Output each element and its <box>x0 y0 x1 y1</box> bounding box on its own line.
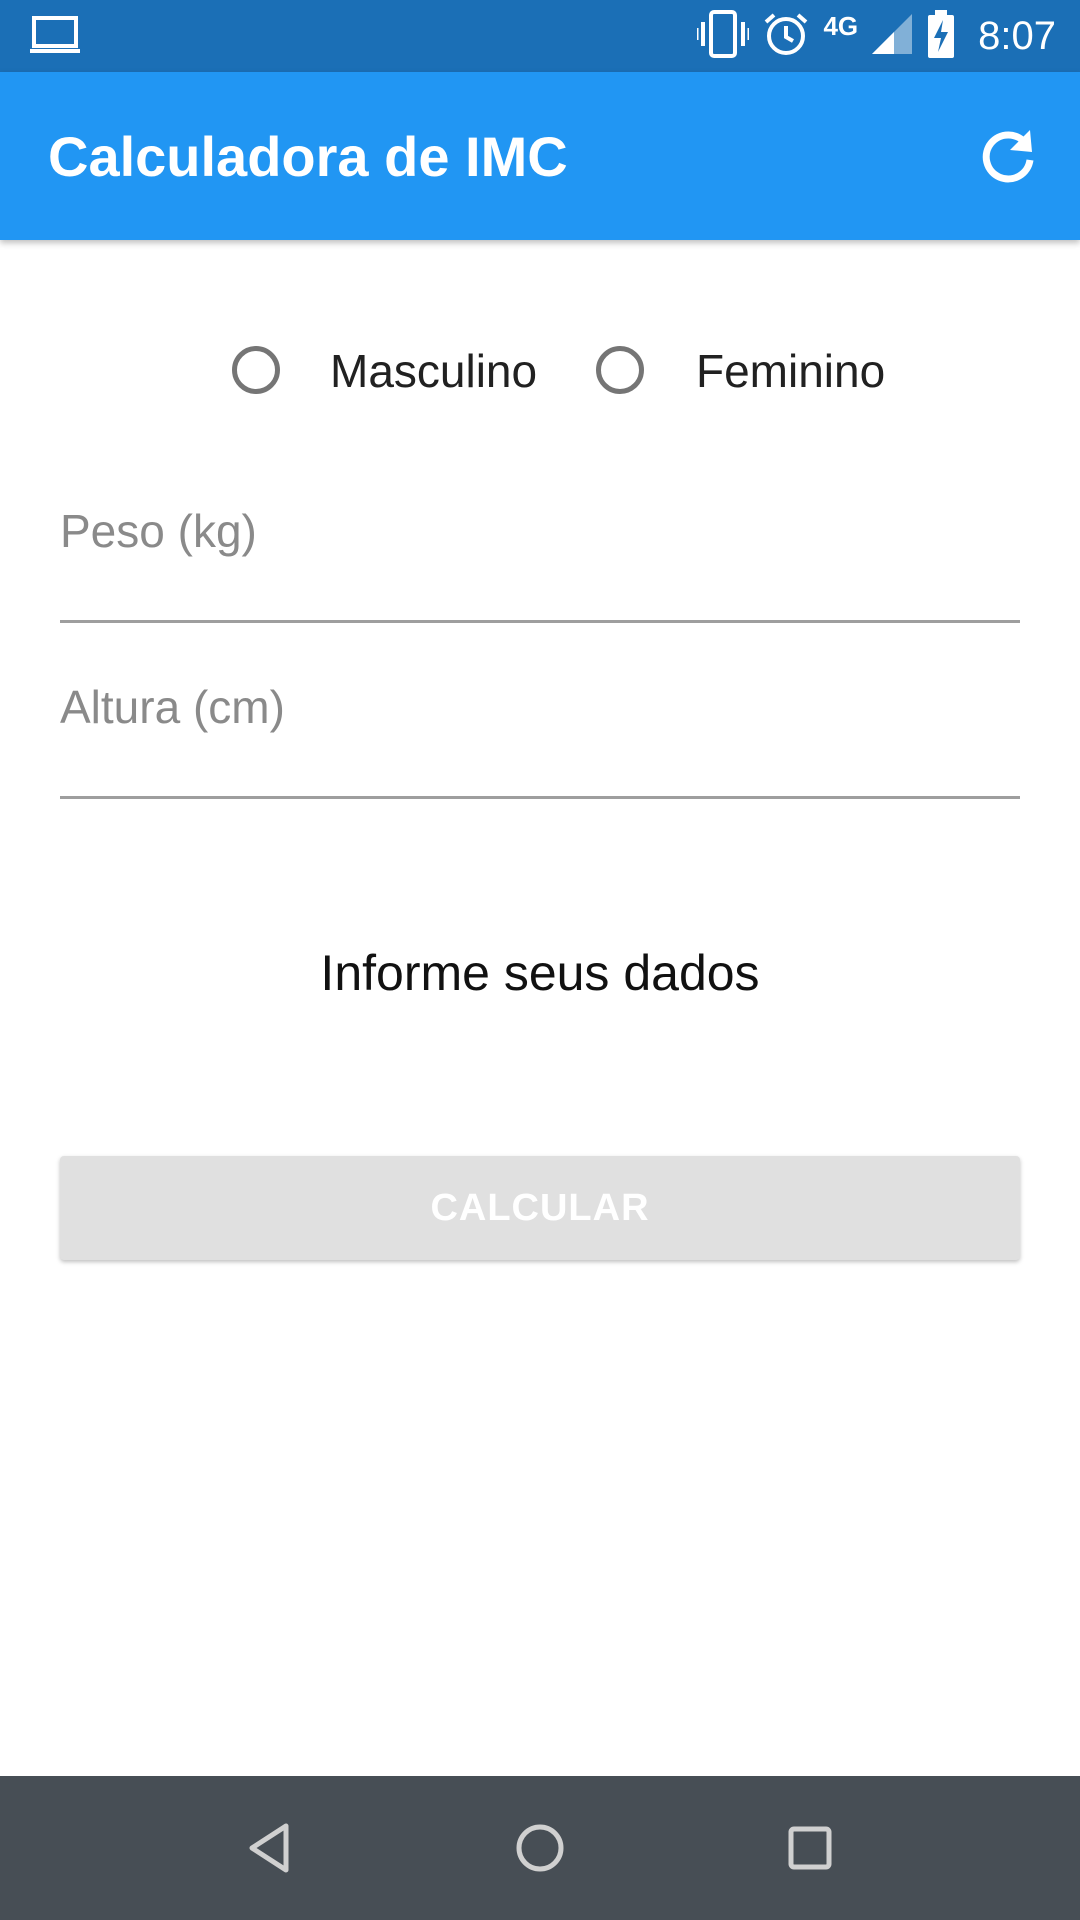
gender-radio-group: Masculino Feminino <box>0 340 1080 404</box>
back-icon <box>242 1823 298 1880</box>
vibrate-icon <box>695 9 751 63</box>
status-bar: 4G 8:07 <box>0 0 1080 72</box>
weight-placeholder: Peso (kg) <box>60 505 257 557</box>
height-underline <box>60 796 1020 799</box>
refresh-button[interactable] <box>976 124 1040 188</box>
calculate-button[interactable]: CALCULAR <box>60 1156 1020 1260</box>
system-nav-bar <box>0 1776 1080 1920</box>
recents-button[interactable] <box>782 1820 838 1876</box>
radio-masculino[interactable] <box>232 346 280 394</box>
refresh-icon <box>976 130 1040 192</box>
recents-icon <box>782 1826 838 1880</box>
home-button[interactable] <box>512 1820 568 1876</box>
height-field[interactable]: Altura (cm) <box>60 680 1020 800</box>
alarm-icon <box>763 11 809 62</box>
status-time: 8:07 <box>978 13 1056 58</box>
height-placeholder: Altura (cm) <box>60 681 285 733</box>
home-icon <box>512 1824 568 1880</box>
radio-feminino[interactable] <box>596 346 644 394</box>
battery-charging-icon <box>926 9 956 63</box>
radio-label-masculino[interactable]: Masculino <box>330 344 537 398</box>
signal-icon <box>872 13 913 59</box>
weight-underline <box>60 620 1020 623</box>
laptop-icon <box>30 16 80 61</box>
network-type-label: 4G <box>823 10 859 41</box>
info-message: Informe seus dados <box>320 945 760 1001</box>
back-button[interactable] <box>242 1820 298 1876</box>
page-title: Calculadora de IMC <box>48 125 568 188</box>
weight-field[interactable]: Peso (kg) <box>60 504 1020 624</box>
radio-label-feminino[interactable]: Feminino <box>696 344 885 398</box>
app-bar: Calculadora de IMC <box>0 72 1080 240</box>
